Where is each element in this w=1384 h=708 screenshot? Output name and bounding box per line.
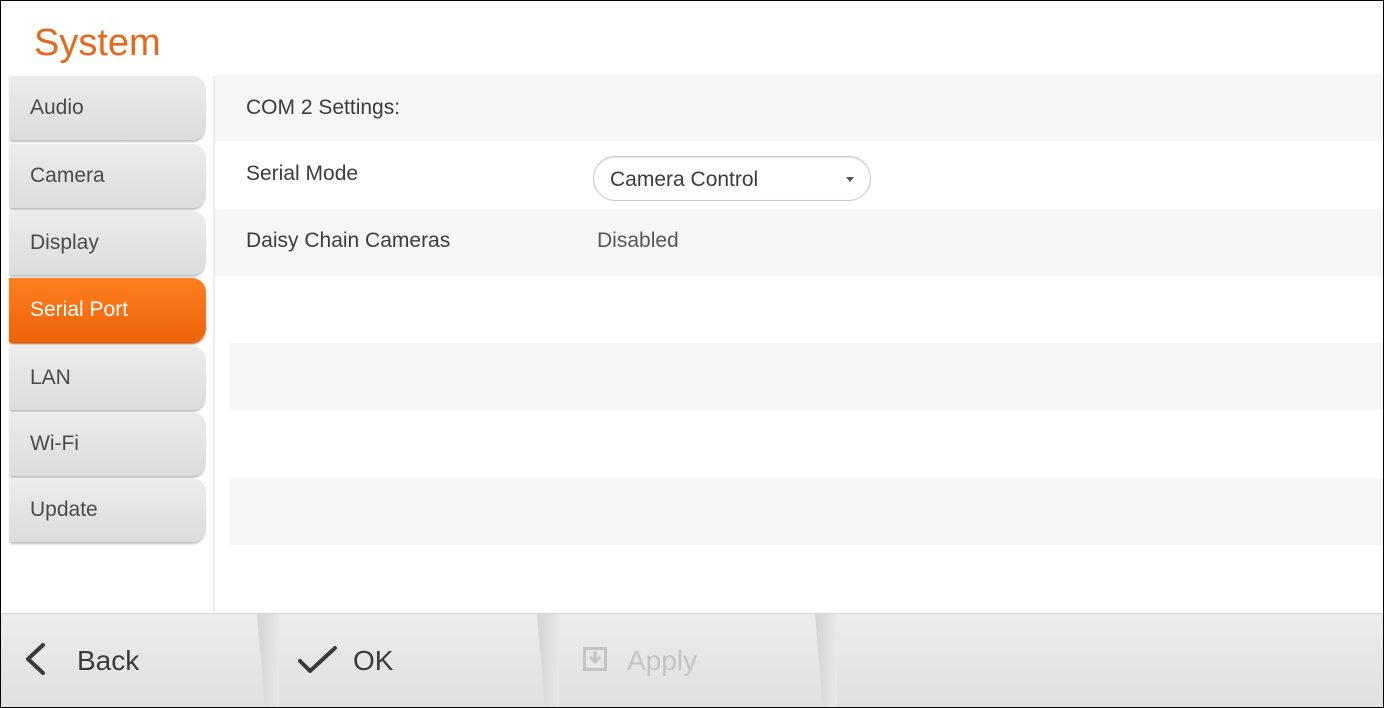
chevron-down-icon	[846, 177, 854, 182]
chevron-left-icon	[23, 642, 47, 681]
bottom-bar-separator	[537, 614, 559, 707]
sidebar-item-label: LAN	[30, 366, 71, 389]
daisy-chain-label: Daisy Chain Cameras	[246, 229, 451, 252]
daisy-chain-value[interactable]: Disabled	[597, 228, 679, 254]
page-title: System	[34, 22, 161, 64]
sidebar-item-label: Audio	[30, 96, 84, 119]
sidebar-item-update[interactable]: Update	[9, 478, 206, 542]
serial-mode-value: Camera Control	[610, 168, 759, 191]
back-button[interactable]: Back	[1, 614, 257, 707]
bottom-bar-separator	[257, 614, 279, 707]
sidebar-item-audio[interactable]: Audio	[9, 76, 206, 140]
system-settings-window: System Audio Camera Display Serial Port …	[0, 0, 1384, 708]
bottom-bar-separator	[815, 614, 837, 707]
sidebar-item-label: Serial Port	[30, 298, 129, 321]
sidebar-item-label: Update	[30, 498, 98, 521]
ok-button[interactable]: OK	[279, 614, 537, 707]
section-title: COM 2 Settings:	[246, 96, 401, 119]
content-band	[230, 343, 1383, 410]
sidebar-item-label: Display	[30, 231, 99, 254]
bottom-action-bar: Back OK Apply	[1, 613, 1383, 707]
sidebar-item-wifi[interactable]: Wi-Fi	[9, 412, 206, 476]
sidebar-item-display[interactable]: Display	[9, 211, 206, 275]
sidebar-item-label: Camera	[30, 164, 105, 187]
sidebar-item-serial-port[interactable]: Serial Port	[9, 278, 206, 342]
ok-label: OK	[353, 645, 394, 676]
checkmark-icon	[297, 644, 339, 679]
apply-label: Apply	[627, 645, 698, 676]
sidebar-item-lan[interactable]: LAN	[9, 346, 206, 410]
sidebar: Audio Camera Display Serial Port LAN Wi-…	[9, 76, 214, 611]
sidebar-item-label: Wi-Fi	[30, 432, 79, 455]
serial-mode-dropdown[interactable]: Camera Control	[593, 156, 871, 201]
save-icon	[583, 646, 607, 676]
sidebar-item-camera[interactable]: Camera	[9, 144, 206, 208]
back-label: Back	[77, 645, 140, 676]
serial-mode-label: Serial Mode	[246, 162, 359, 185]
apply-button[interactable]: Apply	[559, 614, 815, 707]
content-band	[230, 478, 1383, 545]
